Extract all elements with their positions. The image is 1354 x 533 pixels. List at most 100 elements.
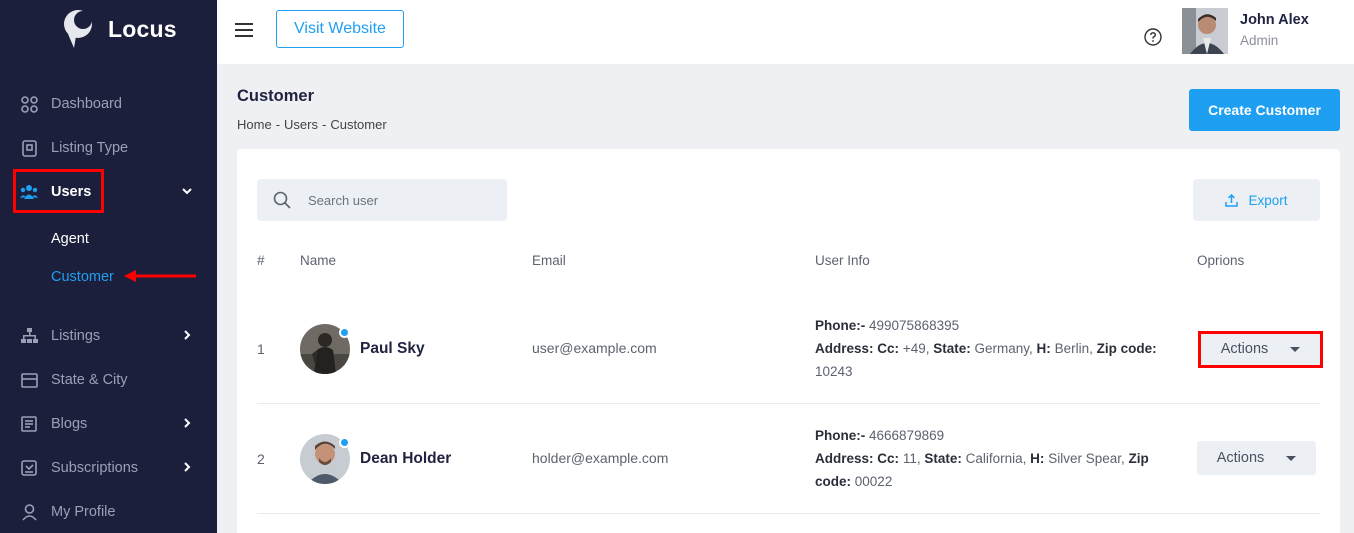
actions-label: Actions xyxy=(1216,450,1265,466)
breadcrumb-separator: - xyxy=(275,117,281,132)
sidebar-item-label: Dashboard xyxy=(51,96,122,112)
h-label: H: xyxy=(1036,341,1051,356)
zip-label: Zip code: xyxy=(1096,341,1157,356)
row-number: 2 xyxy=(257,451,265,467)
online-status-dot xyxy=(339,437,350,448)
cc-label: Cc: xyxy=(877,341,900,356)
chevron-down-icon xyxy=(182,188,192,195)
address-line: Address: Cc: +49, State: Germany, H: Ber… xyxy=(815,337,1175,383)
address-label: Address: xyxy=(815,341,874,356)
h-label: H: xyxy=(1030,451,1045,466)
sidebar-item-listing-type[interactable]: Listing Type xyxy=(20,137,128,159)
phone-label: Phone:- xyxy=(815,318,866,333)
locus-logo-icon xyxy=(64,10,92,48)
brand-name: Locus xyxy=(108,15,177,42)
map-icon xyxy=(20,371,38,389)
customer-email: holder@example.com xyxy=(532,450,669,466)
phone-value: 499075868395 xyxy=(869,318,960,333)
caret-down-icon xyxy=(1286,455,1297,461)
visit-website-button[interactable]: Visit Website xyxy=(276,10,404,48)
sidebar-item-blogs[interactable]: Blogs xyxy=(20,413,191,435)
sidebar-item-label: Listing Type xyxy=(51,140,129,156)
customer-name[interactable]: Paul Sky xyxy=(360,340,425,358)
h-value: Berlin, xyxy=(1054,341,1093,356)
sidebar-item-my-profile[interactable]: My Profile xyxy=(20,501,115,523)
sidebar-item-label: My Profile xyxy=(51,504,116,520)
arrow-left-icon xyxy=(124,270,196,282)
zip-value: 10243 xyxy=(815,364,853,379)
actions-label: Actions xyxy=(1220,341,1269,357)
user-info: Phone:- 499075868395 Address: Cc: +49, S… xyxy=(815,314,1175,383)
actions-dropdown-button[interactable]: Actions xyxy=(1197,441,1316,475)
address-label: Address: xyxy=(815,451,874,466)
blog-icon xyxy=(20,415,38,433)
column-header-user-info: User Info xyxy=(815,253,870,268)
actions-dropdown-button[interactable]: Actions xyxy=(1201,332,1320,366)
topbar: Visit Website John Alex Admin xyxy=(217,0,1354,64)
phone-value: 4666879869 xyxy=(869,428,945,443)
sitemap-icon xyxy=(20,327,38,345)
breadcrumb-home[interactable]: Home xyxy=(237,117,272,132)
export-label: Export xyxy=(1248,192,1288,208)
online-status-dot xyxy=(339,327,350,338)
brand[interactable]: Locus xyxy=(60,8,177,50)
dashboard-icon xyxy=(20,95,38,113)
user-avatar[interactable] xyxy=(1182,8,1228,54)
column-header-options: Oprions xyxy=(1197,253,1245,268)
chevron-right-icon xyxy=(184,418,191,428)
user-role: Admin xyxy=(1240,33,1279,48)
state-value: Germany, xyxy=(974,341,1033,356)
breadcrumb: Home - Users - Customer xyxy=(237,117,387,132)
upload-icon xyxy=(1225,193,1239,207)
person-icon xyxy=(20,503,38,521)
sidebar: Locus Dashboard Listing Type Users Agent… xyxy=(0,0,217,533)
state-label: State: xyxy=(933,341,971,356)
cc-label: Cc: xyxy=(877,451,900,466)
column-header-email: Email xyxy=(532,253,566,268)
sidebar-subitem-agent[interactable]: Agent xyxy=(51,231,89,247)
h-value: Silver Spear, xyxy=(1048,451,1125,466)
sidebar-item-subscriptions[interactable]: Subscriptions xyxy=(20,457,191,479)
row-divider xyxy=(257,513,1320,514)
column-header-number: # xyxy=(257,253,265,268)
column-header-name: Name xyxy=(300,253,337,268)
sidebar-item-state-city[interactable]: State & City xyxy=(20,369,128,391)
page-title: Customer xyxy=(237,87,315,105)
create-customer-button[interactable]: Create Customer xyxy=(1189,89,1340,131)
state-value: California, xyxy=(965,451,1027,466)
state-label: State: xyxy=(924,451,962,466)
customer-email: user@example.com xyxy=(532,340,657,356)
search-box[interactable] xyxy=(257,179,507,221)
address-line: Address: Cc: 11, State: California, H: S… xyxy=(815,447,1175,493)
caret-down-icon xyxy=(1290,346,1301,352)
sidebar-item-label: State & City xyxy=(51,372,128,388)
hamburger-menu-icon[interactable] xyxy=(235,23,253,37)
phone-line: Phone:- 4666879869 xyxy=(815,424,1175,447)
breadcrumb-separator: - xyxy=(321,117,327,132)
sidebar-item-label: Blogs xyxy=(51,416,88,432)
search-input[interactable] xyxy=(308,192,488,208)
zip-value: 00022 xyxy=(854,474,893,489)
sidebar-subitem-customer[interactable]: Customer xyxy=(51,269,114,285)
export-button[interactable]: Export xyxy=(1193,179,1320,221)
subscription-icon xyxy=(20,459,38,477)
search-icon xyxy=(273,191,291,209)
cc-value: +49, xyxy=(902,341,930,356)
sidebar-item-label: Listings xyxy=(51,328,101,344)
chevron-right-icon xyxy=(184,330,191,340)
user-name: John Alex xyxy=(1240,12,1309,28)
cc-value: 11, xyxy=(902,451,921,466)
listing-type-icon xyxy=(20,139,38,157)
phone-line: Phone:- 499075868395 xyxy=(815,314,1175,337)
sidebar-item-dashboard[interactable]: Dashboard xyxy=(20,93,122,115)
user-info: Phone:- 4666879869 Address: Cc: 11, Stat… xyxy=(815,424,1175,493)
row-divider xyxy=(257,403,1320,404)
sidebar-item-listings[interactable]: Listings xyxy=(20,325,191,347)
customer-name[interactable]: Dean Holder xyxy=(360,450,451,468)
breadcrumb-users[interactable]: Users xyxy=(284,117,318,132)
phone-label: Phone:- xyxy=(815,428,866,443)
row-number: 1 xyxy=(257,341,265,357)
help-icon[interactable] xyxy=(1144,28,1162,46)
sidebar-item-label: Subscriptions xyxy=(51,460,139,476)
chevron-right-icon xyxy=(184,462,191,472)
